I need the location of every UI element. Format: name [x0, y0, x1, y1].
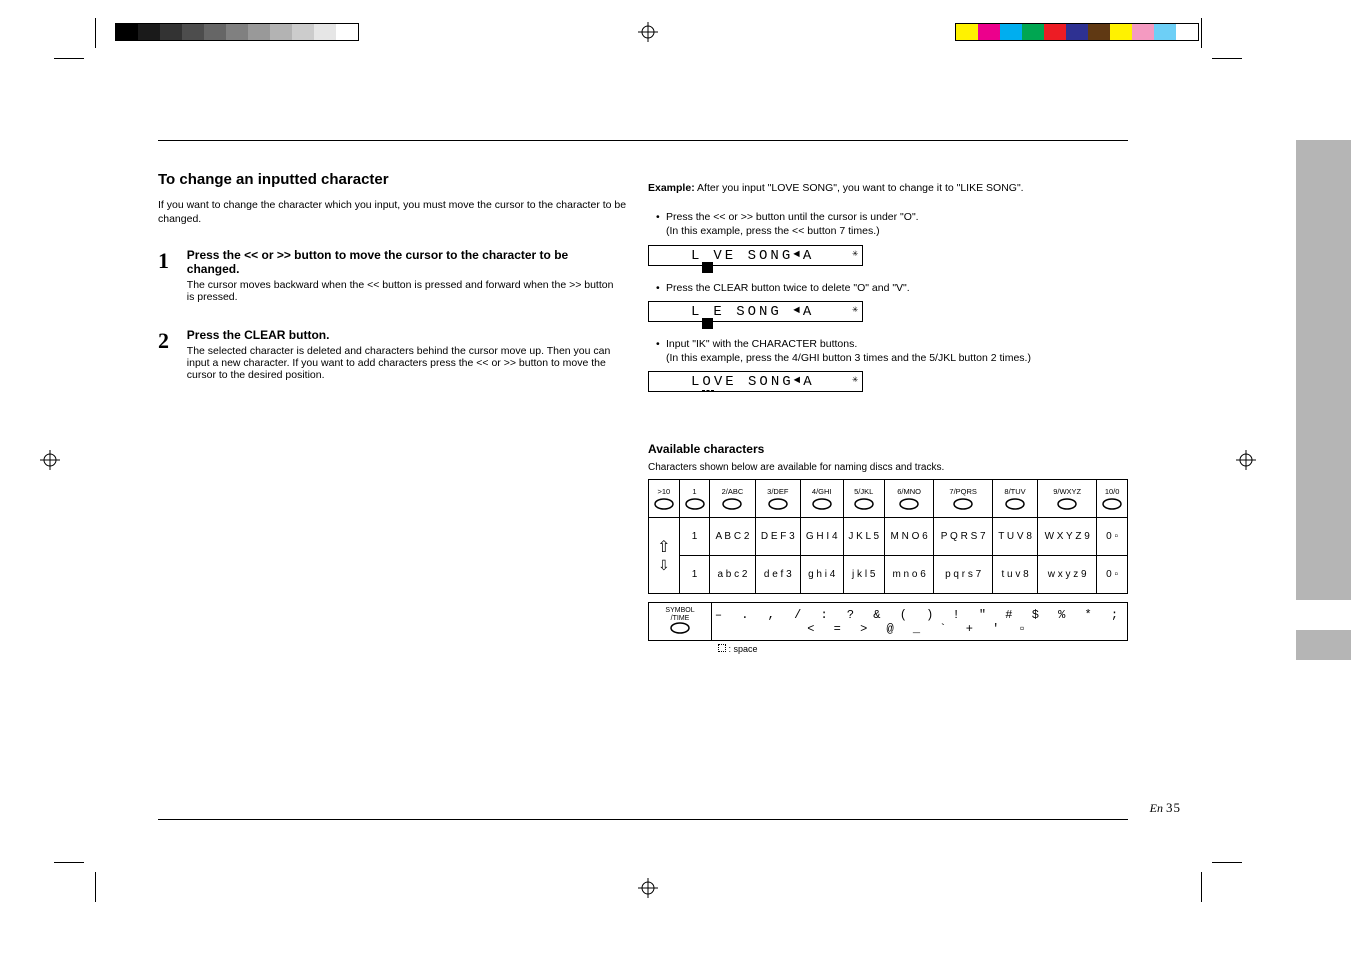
header-5jkl: 5/JKL [843, 480, 884, 518]
page-number: En 35 [1150, 800, 1181, 816]
side-gray-tabs [1296, 140, 1351, 820]
lcd-display-2: LE SONG ◄A ✳ [648, 301, 863, 322]
trim-mark [1201, 18, 1202, 48]
example-step-1: Press the << or >> button until the curs… [648, 210, 1128, 265]
row-upper-3: D E F 3 [755, 518, 800, 556]
registration-mark-bottom [638, 878, 658, 898]
row-upper-1: 1 [679, 518, 710, 556]
row-lower-4: g h i 4 [800, 556, 843, 594]
row-lower-3: d e f 3 [755, 556, 800, 594]
step-title: Press the << or >> button to move the cu… [187, 248, 617, 303]
step-2: 2 Press the CLEAR button. The selected c… [158, 328, 628, 381]
color-swatch-strip [955, 23, 1199, 41]
section-title: To change an inputted character [158, 171, 628, 188]
step-sub: The selected character is deleted and ch… [187, 345, 617, 381]
header-2abc: 2/ABC [710, 480, 755, 518]
row-lower-8: t u v 8 [993, 556, 1038, 594]
bullet-line: Press the CLEAR button twice to delete "… [656, 281, 1128, 295]
trim-mark [1212, 862, 1242, 863]
page-num: 35 [1166, 800, 1181, 815]
bullet-line: Press the << or >> button until the curs… [656, 210, 1128, 238]
header-7pqrs: 7/PQRS [934, 480, 993, 518]
row-lower-7: p q r s 7 [934, 556, 993, 594]
trim-mark [54, 58, 84, 59]
row-lower-5: j k l 5 [843, 556, 884, 594]
grayscale-swatch-strip [115, 23, 359, 41]
space-note: ▫ : space : space [718, 644, 1128, 654]
row-upper-9: W X Y Z 9 [1038, 518, 1097, 556]
page-lang: En [1150, 801, 1163, 815]
row-upper-10: 0 ▫ [1097, 518, 1128, 556]
bullet-line: Input "IK" with the CHARACTER buttons. (… [656, 337, 1128, 365]
registration-mark-top [638, 22, 658, 42]
character-table: >10 1 2/ABC 3/DEF 4/GHI 5/JKL 6/MNO 7/PQ… [648, 479, 1128, 594]
row-upper-7: P Q R S 7 [934, 518, 993, 556]
step-title-text: Press the << or >> button to move the cu… [187, 248, 568, 276]
step-title-text: Press the CLEAR button. [187, 328, 330, 342]
bullet-text: Input "IK" with the CHARACTER buttons. [666, 338, 857, 350]
row-upper-5: J K L 5 [843, 518, 884, 556]
header-4ghi: 4/GHI [800, 480, 843, 518]
header-8tuv: 8/TUV [993, 480, 1038, 518]
example-step-3: Input "IK" with the CHARACTER buttons. (… [648, 337, 1128, 392]
shift-cell: ⇧⇩ [649, 518, 680, 594]
bullet-text: Press the << or >> button until the curs… [666, 211, 919, 223]
trim-mark [54, 862, 84, 863]
header-1: 1 [679, 480, 710, 518]
bullet-subtext: (In this example, press the << button 7 … [666, 225, 880, 237]
intro-text: If you want to change the character whic… [158, 198, 628, 226]
step-number: 2 [158, 328, 184, 354]
trim-mark [95, 18, 96, 48]
example-label: Example: [648, 182, 695, 194]
header-10-0: 10/0 [1097, 480, 1128, 518]
row-upper-2: A B C 2 [710, 518, 755, 556]
registration-mark-right [1236, 450, 1256, 470]
page-content: To change an inputted character If you w… [158, 140, 1128, 820]
trim-mark [95, 872, 96, 902]
registration-mark-left [40, 450, 60, 470]
step-sub: The cursor moves backward when the << bu… [187, 279, 617, 303]
symbol-time-label: SYMBOL/TIME [649, 603, 712, 641]
row-lower-6: m n o 6 [884, 556, 933, 594]
lcd-status-icons: ✳ [852, 304, 858, 318]
trim-mark [1212, 58, 1242, 59]
lcd-status-icons: ✳ [852, 374, 858, 388]
header-6mno: 6/MNO [884, 480, 933, 518]
step-1: 1 Press the << or >> button to move the … [158, 248, 628, 303]
row-upper-6: M N O 6 [884, 518, 933, 556]
row-lower-2: a b c 2 [710, 556, 755, 594]
available-characters-note: Characters shown below are available for… [648, 462, 1128, 473]
row-lower-10: 0 ▫ [1097, 556, 1128, 594]
lcd-status-icons: ✳ [852, 248, 858, 262]
symbol-table: SYMBOL/TIME – . , / : ? & ( ) ! " # $ % … [648, 602, 1128, 641]
lcd-display-1: LVE SONG◄A ✳ [648, 245, 863, 266]
step-title: Press the CLEAR button. The selected cha… [187, 328, 617, 381]
row-upper-8: T U V 8 [993, 518, 1038, 556]
step-number: 1 [158, 248, 184, 274]
header-9wxyz: 9/WXYZ [1038, 480, 1097, 518]
right-column: Example: After you input "LOVE SONG", yo… [648, 181, 1128, 654]
row-lower-9: w x y z 9 [1038, 556, 1097, 594]
header-3def: 3/DEF [755, 480, 800, 518]
example-step-2: Press the CLEAR button twice to delete "… [648, 281, 1128, 322]
symbol-chars: – . , / : ? & ( ) ! " # $ % * ; < = > @ … [712, 603, 1128, 641]
row-lower-1: 1 [679, 556, 710, 594]
row-upper-4: G H I 4 [800, 518, 843, 556]
header-gt10: >10 [649, 480, 680, 518]
left-column: To change an inputted character If you w… [158, 171, 628, 406]
example-intro: Example: After you input "LOVE SONG", yo… [648, 181, 1128, 195]
bullet-subtext: (In this example, press the 4/GHI button… [666, 352, 1031, 364]
trim-mark [1201, 872, 1202, 902]
lcd-display-3: LOVE SONG◄A ✳ [648, 371, 863, 392]
example-text: After you input "LOVE SONG", you want to… [697, 182, 1024, 194]
available-characters-title: Available characters [648, 442, 1128, 456]
